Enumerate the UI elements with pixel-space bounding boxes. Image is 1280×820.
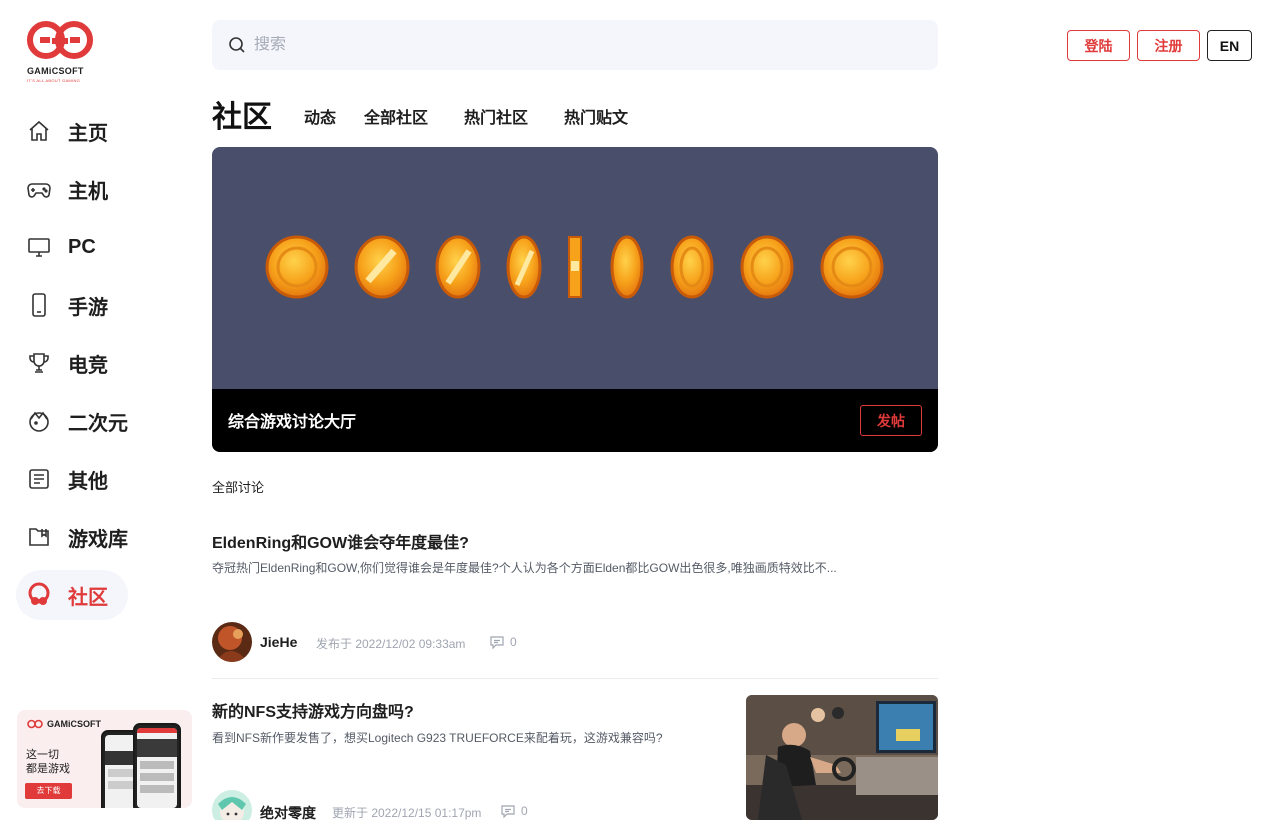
post-excerpt[interactable]: 看到NFS新作要发售了，想买Logitech G923 TRUEFORCE来配着… — [212, 729, 663, 746]
anime-icon — [26, 408, 52, 434]
sidebar-nav: 主页 主机 PC 手游 电竞 二次元 其他 游戏库 社区 — [16, 106, 196, 628]
brand-mini-icon — [27, 719, 43, 729]
coin-3 — [435, 235, 481, 299]
post-thumbnail[interactable] — [746, 695, 938, 820]
community-icon — [26, 582, 52, 608]
register-button[interactable]: 注册 — [1137, 30, 1200, 61]
coin-2 — [354, 235, 410, 299]
sidebar-item-label: 主页 — [68, 122, 108, 145]
sidebar-item-pc[interactable]: PC — [16, 222, 128, 272]
sidebar-item-home[interactable]: 主页 — [16, 106, 128, 156]
post-author[interactable]: JieHe — [260, 634, 297, 650]
comment-count[interactable]: 0 — [501, 804, 528, 818]
comment-count-value: 0 — [521, 804, 528, 818]
coin-animation-image — [265, 235, 884, 299]
brand-tagline: IT'S ALL ABOUT GAMING — [27, 78, 81, 83]
post-author[interactable]: 绝对零度 — [260, 803, 316, 820]
sidebar-item-library[interactable]: 游戏库 — [16, 512, 128, 562]
section-label: 全部讨论 — [212, 480, 265, 495]
coin-6 — [610, 235, 644, 299]
trophy-icon — [26, 350, 52, 376]
monitor-icon — [26, 234, 52, 260]
sidebar-item-label: 二次元 — [68, 412, 128, 435]
coin-8 — [740, 235, 794, 299]
post-title[interactable]: 新的NFS支持游戏方向盘吗? — [212, 698, 414, 722]
banner-footer: 综合游戏讨论大厅 发帖 — [212, 389, 938, 452]
post-divider — [212, 678, 938, 679]
new-post-button[interactable]: 发帖 — [860, 405, 922, 436]
comment-icon — [501, 804, 515, 818]
login-button[interactable]: 登陆 — [1067, 30, 1130, 61]
comment-count-value: 0 — [510, 635, 517, 649]
home-icon — [26, 118, 52, 144]
promo-line-2: 都是游戏 — [26, 763, 70, 775]
post-timestamp: 更新于 2022/12/15 01:17pm — [332, 806, 482, 820]
sidebar-item-label: 主机 — [68, 180, 108, 203]
post-timestamp: 发布于 2022/12/02 09:33am — [316, 637, 466, 651]
phone-icon — [26, 292, 52, 318]
community-banner[interactable]: 综合游戏讨论大厅 发帖 — [212, 147, 938, 452]
search-bar[interactable] — [212, 20, 938, 70]
brand-name: GAMiCSOFT — [27, 66, 84, 76]
sidebar-item-label: 电竞 — [68, 354, 108, 377]
tab-all-communities[interactable]: 全部社区 — [364, 104, 428, 128]
promo-download-button[interactable]: 去下载 — [25, 783, 72, 799]
phone-mockup-front — [133, 723, 181, 808]
list-icon — [26, 466, 52, 492]
comment-count[interactable]: 0 — [490, 635, 517, 649]
sidebar-item-label: 游戏库 — [68, 528, 128, 551]
brand-logo[interactable] — [26, 20, 96, 86]
sidebar-item-esports[interactable]: 电竞 — [16, 338, 128, 388]
sidebar-item-label: 手游 — [68, 296, 108, 319]
gamepad-icon — [26, 176, 52, 202]
promo-brand-text: GAMiCSOFT — [47, 719, 101, 729]
sidebar-item-other[interactable]: 其他 — [16, 454, 128, 504]
tab-activity[interactable]: 动态 — [304, 104, 336, 128]
avatar[interactable] — [212, 622, 252, 662]
tab-hot-communities[interactable]: 热门社区 — [464, 104, 528, 128]
coin-7 — [670, 235, 714, 299]
coin-5 — [568, 236, 582, 298]
sidebar-item-label: PC — [68, 235, 96, 258]
search-icon — [229, 37, 245, 53]
app-download-promo[interactable]: GAMiCSOFT 这一切 都是游戏 去下载 — [17, 710, 192, 808]
post-excerpt[interactable]: 夺冠热门EldenRing和GOW,你们觉得谁会是年度最佳?个人认为各个方面El… — [212, 559, 837, 576]
sidebar-item-anime[interactable]: 二次元 — [16, 396, 128, 446]
tab-hot-posts[interactable]: 热门贴文 — [564, 104, 628, 128]
comment-icon — [490, 635, 504, 649]
post-title[interactable]: EldenRing和GOW谁会夺年度最佳? — [212, 529, 469, 553]
sidebar-item-mobile[interactable]: 手游 — [16, 280, 128, 330]
banner-title: 综合游戏讨论大厅 — [228, 414, 357, 431]
coin-4 — [506, 235, 542, 299]
sidebar-item-label: 其他 — [68, 470, 108, 493]
language-toggle-button[interactable]: EN — [1207, 30, 1252, 61]
search-input[interactable] — [254, 36, 854, 54]
sidebar-item-console[interactable]: 主机 — [16, 164, 128, 214]
coin-1 — [265, 235, 329, 299]
coin-9 — [820, 235, 884, 299]
library-icon — [26, 524, 52, 550]
avatar[interactable] — [212, 790, 252, 820]
page-title: 社区 — [212, 101, 272, 134]
promo-brand: GAMiCSOFT — [27, 719, 101, 729]
sidebar-item-label: 社区 — [68, 586, 108, 609]
sidebar-item-community[interactable]: 社区 — [16, 570, 128, 620]
